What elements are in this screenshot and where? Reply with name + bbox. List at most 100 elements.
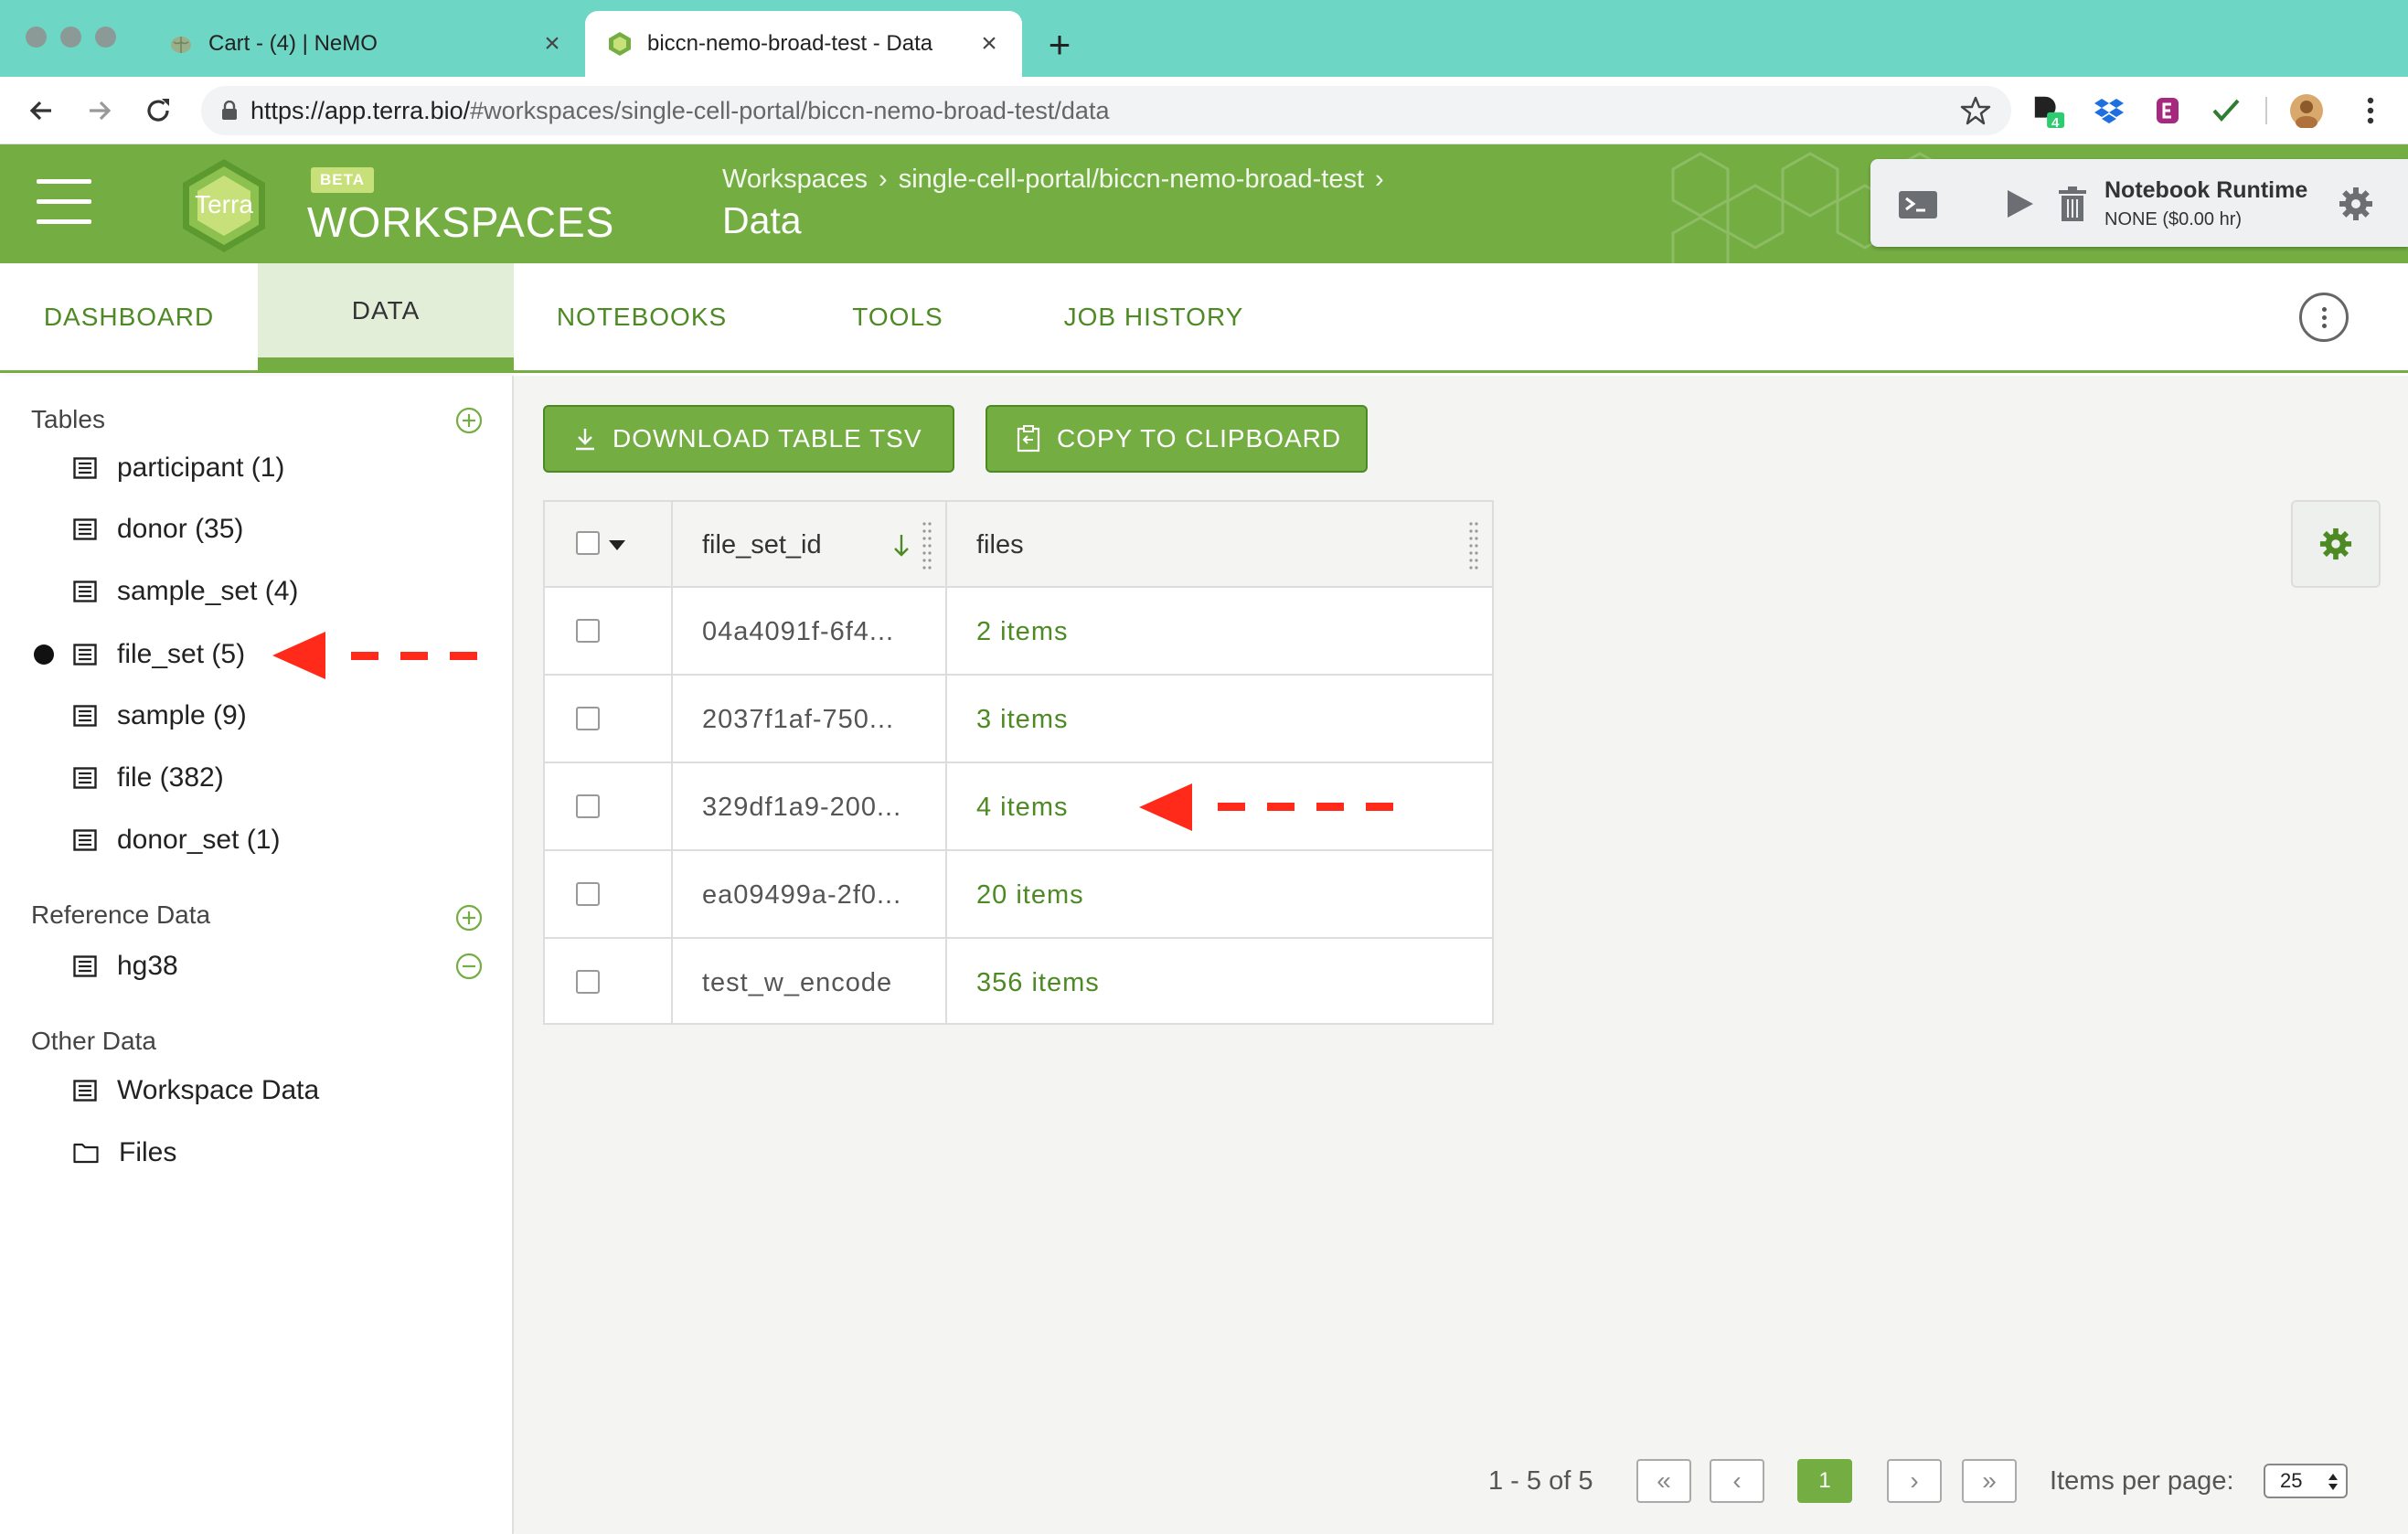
extension-d-icon[interactable]: 4	[2031, 93, 2066, 131]
table-header: file_set_id files	[545, 502, 1492, 588]
previous-page-button[interactable]: ‹	[1710, 1459, 1764, 1503]
files-link[interactable]: 3 items	[976, 676, 1068, 763]
sidebar-item-label: participant (1)	[117, 453, 285, 483]
forward-button[interactable]	[80, 91, 119, 130]
chevron-down-icon[interactable]	[609, 540, 625, 551]
dropbox-glyph	[2094, 99, 2124, 123]
window-close-button[interactable]	[26, 27, 47, 48]
tab-job-history[interactable]: JOB HISTORY	[1026, 263, 1282, 370]
row-checkbox[interactable]	[576, 707, 600, 730]
column-resize-handle-icon[interactable]	[922, 520, 932, 570]
extension-check-icon[interactable]	[2209, 93, 2243, 128]
column-header-files[interactable]: files	[976, 502, 1024, 588]
page-1-button[interactable]: 1	[1797, 1459, 1852, 1503]
dropbox-icon[interactable]	[2092, 93, 2126, 128]
files-link[interactable]: 2 items	[976, 588, 1068, 676]
back-button[interactable]	[22, 91, 60, 130]
sidebar-table-participant[interactable]: participant (1)	[73, 445, 284, 491]
download-icon	[576, 429, 594, 451]
url-text: https://app.terra.bio/#workspaces/single…	[250, 97, 1109, 125]
extension-badge: 4	[2051, 115, 2060, 131]
browser-tab-cart[interactable]: Cart - (4) | NeMO ×	[146, 11, 585, 77]
table-row: 04a4091f-6f4... 2 items	[545, 588, 1492, 676]
new-tab-button[interactable]: +	[1040, 26, 1079, 64]
column-header-file-set-id[interactable]: file_set_id	[702, 502, 822, 588]
sort-arrow-down-icon[interactable]	[892, 533, 911, 559]
files-link[interactable]: 20 items	[976, 851, 1084, 939]
sidebar-table-donor[interactable]: donor (35)	[73, 506, 243, 552]
breadcrumb-workspaces-link[interactable]: Workspaces	[722, 165, 868, 194]
runtime-settings-gear-icon[interactable]	[2339, 186, 2373, 221]
reload-button[interactable]	[139, 91, 177, 130]
app-title: WORKSPACES	[307, 198, 615, 246]
column-resize-handle-icon[interactable]	[1468, 520, 1479, 570]
items-per-page-select[interactable]: 25	[2264, 1464, 2348, 1498]
sidebar-files[interactable]: Files	[73, 1130, 176, 1176]
first-page-button[interactable]: «	[1636, 1459, 1691, 1503]
tab-notebooks[interactable]: NOTEBOOKS	[514, 263, 770, 370]
row-checkbox[interactable]	[576, 794, 600, 818]
annotation-arrow-icon	[272, 632, 477, 679]
terra-logo-icon[interactable]: Terra	[174, 155, 274, 256]
trash-icon[interactable]	[2059, 186, 2086, 221]
breadcrumb-workspace-link[interactable]: single-cell-portal/biccn-nemo-broad-test	[899, 165, 1364, 194]
workspace-menu-icon[interactable]	[2299, 293, 2349, 342]
sidebar-item-label: file_set (5)	[117, 639, 246, 669]
terminal-icon[interactable]	[1898, 190, 1938, 219]
browser-tab-data[interactable]: biccn-nemo-broad-test - Data ×	[585, 11, 1022, 77]
table-icon	[73, 644, 97, 666]
clipboard-icon	[1017, 425, 1040, 453]
window-minimize-button[interactable]	[60, 27, 81, 48]
browser-menu-icon[interactable]	[2353, 93, 2388, 128]
add-reference-icon[interactable]	[455, 904, 483, 932]
sidebar-item-label: sample_set (4)	[117, 576, 299, 606]
files-link[interactable]: 356 items	[976, 939, 1100, 1027]
tab-title: Cart - (4) | NeMO	[208, 31, 378, 56]
play-icon[interactable]	[2006, 188, 2035, 219]
items-per-page: Items per page:	[2050, 1459, 2234, 1503]
folder-icon	[73, 1143, 99, 1164]
beta-badge: BETA	[311, 167, 375, 193]
next-page-button[interactable]: ›	[1887, 1459, 1942, 1503]
row-checkbox[interactable]	[576, 619, 600, 643]
lock-icon	[222, 101, 237, 120]
sidebar-item-label: donor (35)	[117, 514, 244, 544]
address-bar[interactable]: https://app.terra.bio/#workspaces/single…	[201, 86, 2011, 135]
window-zoom-button[interactable]	[95, 27, 116, 48]
terra-logo-text: Terra	[195, 190, 253, 218]
tab-tools[interactable]: TOOLS	[770, 263, 1026, 370]
toolbar-divider	[2265, 97, 2267, 124]
sidebar-table-file[interactable]: file (382)	[73, 755, 224, 801]
row-checkbox[interactable]	[576, 970, 600, 994]
table-icon	[73, 1080, 97, 1102]
profile-avatar[interactable]	[2289, 93, 2324, 128]
main-menu-button[interactable]	[37, 179, 91, 225]
tab-dashboard[interactable]: DASHBOARD	[0, 263, 258, 370]
sidebar-item-label: sample (9)	[117, 700, 247, 730]
files-link[interactable]: 4 items	[976, 763, 1068, 851]
sidebar-workspace-data[interactable]: Workspace Data	[73, 1068, 319, 1113]
table-icon	[73, 955, 97, 977]
sidebar-reference-hg38[interactable]: hg38	[73, 943, 178, 989]
annotation-arrow-icon	[1139, 783, 1393, 831]
sidebar-table-sample-set[interactable]: sample_set (4)	[73, 569, 298, 614]
extension-e-icon[interactable]	[2150, 93, 2185, 128]
tab-data[interactable]: DATA	[258, 263, 514, 370]
table-settings-button[interactable]	[2291, 500, 2381, 588]
sidebar-table-donor-set[interactable]: donor_set (1)	[73, 817, 280, 863]
row-checkbox[interactable]	[576, 882, 600, 906]
last-page-button[interactable]: »	[1962, 1459, 2017, 1503]
copy-to-clipboard-button[interactable]: COPY TO CLIPBOARD	[986, 405, 1368, 473]
breadcrumb: Workspaces › single-cell-portal/biccn-nemo…	[722, 165, 1395, 195]
brain-favicon-icon	[171, 37, 191, 53]
download-table-tsv-button[interactable]: DOWNLOAD TABLE TSV	[543, 405, 954, 473]
remove-reference-icon[interactable]	[455, 953, 483, 980]
bookmark-star-icon[interactable]	[1960, 95, 1991, 126]
sidebar-table-file-set[interactable]: file_set (5)	[73, 632, 245, 677]
close-tab-icon[interactable]: ×	[973, 27, 1006, 60]
select-all-checkbox[interactable]	[576, 531, 600, 555]
add-table-icon[interactable]	[455, 407, 483, 434]
close-tab-icon[interactable]: ×	[536, 27, 569, 60]
sidebar-table-sample[interactable]: sample (9)	[73, 693, 247, 739]
tables-section-title: Tables	[31, 405, 105, 433]
